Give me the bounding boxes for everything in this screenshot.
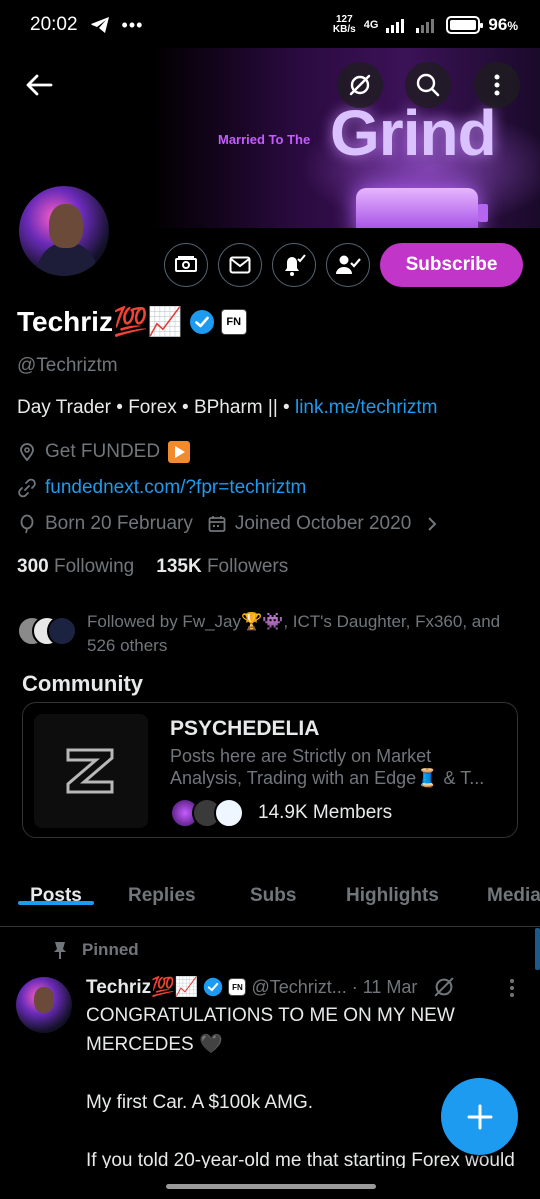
arrow-left-icon: [26, 74, 53, 96]
user-check-icon: [336, 255, 361, 274]
birthday-text: Born 20 February: [45, 513, 193, 534]
subscribe-button[interactable]: Subscribe: [380, 243, 523, 287]
calendar-icon: [208, 516, 226, 532]
affiliate-badge: FN: [228, 978, 247, 996]
status-bar: 20:02 ••• 127 KB/s 4G 96%: [0, 0, 540, 50]
following-count[interactable]: 300 Following: [17, 556, 134, 578]
joined-text: Joined October 2020: [234, 513, 412, 534]
link-icon: [18, 478, 36, 498]
community-logo: [34, 714, 148, 828]
followed-by[interactable]: Followed by Fw_Jay🏆👾, ICT's Daughter, Fx…: [17, 610, 527, 658]
community-members: 14.9K Members: [170, 798, 392, 828]
notifications-button[interactable]: [272, 243, 316, 287]
profile-tabs: Posts Replies Subs Highlights Media: [0, 865, 540, 927]
profile-bio: Day Trader • Forex • BPharm || • link.me…: [17, 397, 438, 418]
net-speed: 127 KB/s: [332, 14, 356, 35]
search-icon: [416, 73, 440, 97]
money-icon: [175, 256, 197, 272]
chevron-right-icon: [428, 517, 437, 531]
tab-highlights[interactable]: Highlights: [346, 865, 439, 907]
post-author-name[interactable]: Techriz💯📈: [86, 975, 198, 999]
compose-button[interactable]: [441, 1078, 518, 1155]
balloon-icon: [20, 514, 34, 534]
plus-icon: [467, 1104, 492, 1129]
community-section-title: Community: [22, 671, 143, 696]
bio-link[interactable]: link.me/techriztm: [295, 397, 438, 418]
slashed-circle-icon: [349, 74, 371, 96]
home-indicator[interactable]: [166, 1184, 376, 1189]
tab-subs[interactable]: Subs: [250, 865, 296, 907]
slashed-circle-icon[interactable]: [432, 975, 456, 999]
verified-badge-icon: [204, 977, 223, 997]
message-button[interactable]: [218, 243, 262, 287]
pin-icon: [54, 942, 66, 959]
signal-2-icon: [416, 19, 435, 33]
search-button[interactable]: [405, 62, 451, 108]
community-card[interactable]: PSYCHEDELIA Posts here are Strictly on M…: [22, 702, 518, 838]
profile-website: fundednext.com/?fpr=techriztm: [17, 477, 306, 499]
post-date: · 11 Mar: [351, 976, 418, 997]
affiliate-badge[interactable]: FN: [220, 308, 247, 335]
profile-name-row: Techriz💯📈 FN: [17, 305, 247, 338]
envelope-icon: [229, 256, 251, 274]
tab-media[interactable]: Media: [487, 865, 540, 907]
back-button[interactable]: [16, 62, 62, 108]
status-time: 20:02: [30, 14, 78, 35]
profile-handle: @Techriztm: [17, 355, 118, 376]
following-button[interactable]: [326, 243, 370, 287]
play-button-emoji: [168, 441, 191, 463]
bell-check-icon: [285, 254, 306, 276]
post-more-icon[interactable]: [509, 978, 515, 998]
more-button[interactable]: [474, 62, 520, 108]
post-header: Techriz💯📈 FN @Techrizt... · 11 Mar: [86, 975, 526, 999]
banner-tagline: Married To The: [218, 132, 311, 147]
location-pin-icon: [20, 443, 34, 462]
telegram-icon: [90, 17, 109, 33]
battery-percent: 96%: [488, 15, 518, 34]
follow-counts: 300 Following 135K Followers: [17, 556, 288, 578]
avatar: [214, 798, 244, 828]
tip-button[interactable]: [164, 243, 208, 287]
more-notifications-icon: •••: [121, 14, 144, 35]
website-link[interactable]: fundednext.com/?fpr=techriztm: [45, 477, 306, 499]
avatar: [47, 616, 77, 646]
member-avatars: [170, 798, 248, 828]
more-vertical-icon: [494, 74, 500, 96]
post-author-handle: @Techrizt...: [251, 976, 347, 997]
grok-button[interactable]: [337, 62, 383, 108]
followed-by-text: Followed by Fw_Jay🏆👾, ICT's Daughter, Fx…: [87, 612, 501, 655]
z-logo-icon: [66, 748, 114, 794]
followed-by-avatars: [17, 610, 79, 646]
post-author-avatar[interactable]: [16, 977, 72, 1033]
pinned-label: Pinned: [52, 940, 139, 960]
scroll-indicator: [535, 928, 540, 970]
community-description: Posts here are Strictly on Market Analys…: [170, 746, 485, 788]
tab-replies[interactable]: Replies: [128, 865, 196, 907]
profile-dates[interactable]: Born 20 February Joined October 2020: [17, 513, 439, 535]
profile-location: Get FUNDED: [17, 441, 191, 463]
profile-avatar[interactable]: [16, 183, 112, 279]
followers-count[interactable]: 135K Followers: [156, 556, 288, 578]
battery-illustration: [356, 188, 488, 228]
tab-posts[interactable]: Posts: [18, 865, 94, 907]
signal-icon: [386, 19, 405, 33]
network-type: 4G: [363, 19, 379, 31]
verified-badge-icon[interactable]: [189, 309, 215, 335]
battery-icon: [446, 16, 484, 34]
profile-name: Techriz💯📈: [17, 306, 183, 337]
community-name: PSYCHEDELIA: [170, 717, 320, 740]
